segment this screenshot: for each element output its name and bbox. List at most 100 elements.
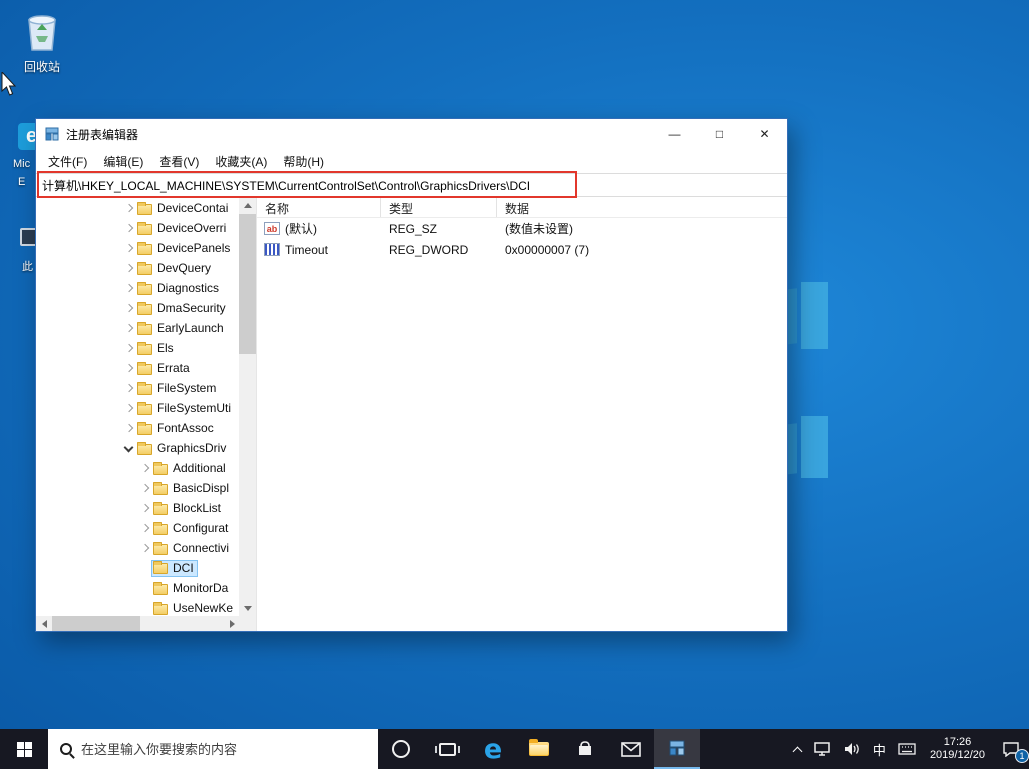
chevron-right-icon[interactable]	[122, 201, 136, 215]
registry-value-row[interactable]: ab (默认) REG_SZ (数值未设置)	[257, 218, 787, 239]
network-button[interactable]	[808, 729, 838, 769]
value-name: (默认)	[285, 222, 317, 236]
windows-logo-icon	[16, 741, 32, 757]
ime-indicator[interactable]: 中	[867, 729, 892, 769]
chevron-right-icon[interactable]	[122, 361, 136, 375]
chevron-right-icon[interactable]	[138, 481, 152, 495]
menu-help[interactable]: 帮助(H)	[275, 150, 332, 173]
column-header-data[interactable]: 数据	[497, 197, 787, 217]
store-button[interactable]	[562, 729, 608, 769]
taskbar-search-box[interactable]	[48, 729, 378, 769]
tree-item-dci-selected[interactable]: DCI	[36, 558, 239, 578]
chevron-down-icon[interactable]	[122, 441, 136, 455]
task-view-button[interactable]	[424, 729, 470, 769]
start-button[interactable]	[0, 729, 48, 769]
volume-button[interactable]	[838, 729, 867, 769]
address-bar[interactable]: 计算机\HKEY_LOCAL_MACHINE\SYSTEM\CurrentCon…	[36, 173, 787, 197]
chevron-right-icon[interactable]	[138, 521, 152, 535]
desktop-icon-recycle-bin[interactable]: 回收站	[10, 10, 74, 75]
chevron-right-icon[interactable]	[138, 541, 152, 555]
menu-file[interactable]: 文件(F)	[40, 150, 95, 173]
scroll-right-arrow[interactable]	[224, 616, 240, 631]
tree-item-label: BasicDispl	[173, 481, 230, 495]
scroll-up-arrow[interactable]	[239, 197, 256, 213]
column-header-type[interactable]: 类型	[381, 197, 497, 217]
menu-favorites[interactable]: 收藏夹(A)	[207, 150, 275, 173]
tree-item[interactable]: Errata	[36, 358, 239, 378]
wallpaper-logo-pane	[801, 416, 828, 478]
chevron-right-icon[interactable]	[122, 281, 136, 295]
registry-tree: DeviceContai DeviceOverri DevicePanels D…	[36, 198, 239, 616]
tree-item[interactable]: EarlyLaunch	[36, 318, 239, 338]
chevron-right-icon[interactable]	[122, 261, 136, 275]
chevron-right-icon[interactable]	[122, 321, 136, 335]
recycle-bin-label: 回收站	[23, 60, 60, 74]
tree-item[interactable]: Els	[36, 338, 239, 358]
tree-item-label: Connectivi	[173, 541, 230, 555]
file-explorer-button[interactable]	[516, 729, 562, 769]
folder-icon	[137, 401, 152, 415]
chevron-right-icon[interactable]	[138, 501, 152, 515]
tree-item[interactable]: BasicDispl	[36, 478, 239, 498]
tree-item-graphicsdrivers[interactable]: GraphicsDriv	[36, 438, 239, 458]
notification-center-button[interactable]: 1	[993, 729, 1029, 769]
list-header: 名称 类型 数据	[257, 197, 787, 218]
registry-value-row[interactable]: Timeout REG_DWORD 0x00000007 (7)	[257, 239, 787, 260]
chevron-right-icon[interactable]	[122, 241, 136, 255]
window-title: 注册表编辑器	[66, 127, 139, 142]
show-hidden-icons-button[interactable]	[787, 729, 808, 769]
chevron-right-icon[interactable]	[122, 381, 136, 395]
maximize-button[interactable]: □	[697, 119, 742, 149]
chevron-right-icon[interactable]	[138, 461, 152, 475]
this-pc-label: 此	[22, 261, 33, 273]
tree-item[interactable]: DeviceOverri	[36, 218, 239, 238]
edge-icon: e	[483, 733, 503, 765]
cortana-button[interactable]	[378, 729, 424, 769]
vertical-scroll-thumb[interactable]	[239, 214, 256, 354]
chevron-right-icon[interactable]	[122, 341, 136, 355]
tree-item[interactable]: FontAssoc	[36, 418, 239, 438]
tree-item[interactable]: FileSystemUti	[36, 398, 239, 418]
tree-item[interactable]: Configurat	[36, 518, 239, 538]
chevron-right-icon[interactable]	[122, 421, 136, 435]
folder-icon	[153, 461, 168, 475]
file-explorer-icon	[529, 739, 549, 756]
tree-item[interactable]: FileSystem	[36, 378, 239, 398]
menu-view[interactable]: 查看(V)	[151, 150, 207, 173]
value-type: REG_SZ	[389, 221, 438, 236]
value-name: Timeout	[285, 242, 328, 257]
chevron-right-icon[interactable]	[122, 221, 136, 235]
chevron-right-icon[interactable]	[122, 301, 136, 315]
tree-item[interactable]: Connectivi	[36, 538, 239, 558]
tree-item[interactable]: Diagnostics	[36, 278, 239, 298]
registry-tree-pane: DeviceContai DeviceOverri DevicePanels D…	[36, 197, 257, 631]
regedit-taskbar-button[interactable]	[654, 729, 700, 769]
minimize-button[interactable]: —	[652, 119, 697, 149]
tree-horizontal-scrollbar[interactable]	[36, 616, 256, 631]
tree-item[interactable]: MonitorDa	[36, 578, 239, 598]
mail-button[interactable]	[608, 729, 654, 769]
cortana-icon	[392, 740, 410, 758]
search-input[interactable]	[81, 741, 351, 757]
scroll-down-arrow[interactable]	[239, 600, 256, 616]
tree-item[interactable]: DevicePanels	[36, 238, 239, 258]
value-data: 0x00000007 (7)	[505, 242, 590, 257]
column-header-name[interactable]: 名称	[257, 197, 381, 217]
close-button[interactable]: ✕	[742, 119, 787, 149]
taskbar-clock[interactable]: 17:26 2019/12/20	[922, 729, 993, 769]
menu-edit[interactable]: 编辑(E)	[95, 150, 151, 173]
tree-item[interactable]: BlockList	[36, 498, 239, 518]
tree-item[interactable]: Additional	[36, 458, 239, 478]
scroll-left-arrow[interactable]	[36, 616, 52, 631]
tree-item[interactable]: DevQuery	[36, 258, 239, 278]
touch-keyboard-button[interactable]	[892, 729, 922, 769]
tree-vertical-scrollbar[interactable]	[239, 197, 256, 616]
chevron-right-icon[interactable]	[122, 401, 136, 415]
edge-button[interactable]: e	[470, 729, 516, 769]
tree-item[interactable]: DeviceContai	[36, 198, 239, 218]
recycle-bin-icon	[10, 10, 74, 55]
tree-item[interactable]: DmaSecurity	[36, 298, 239, 318]
tree-item[interactable]: UseNewKe	[36, 598, 239, 616]
title-bar[interactable]: 注册表编辑器 — □ ✕	[36, 119, 787, 149]
horizontal-scroll-thumb[interactable]	[52, 616, 140, 631]
